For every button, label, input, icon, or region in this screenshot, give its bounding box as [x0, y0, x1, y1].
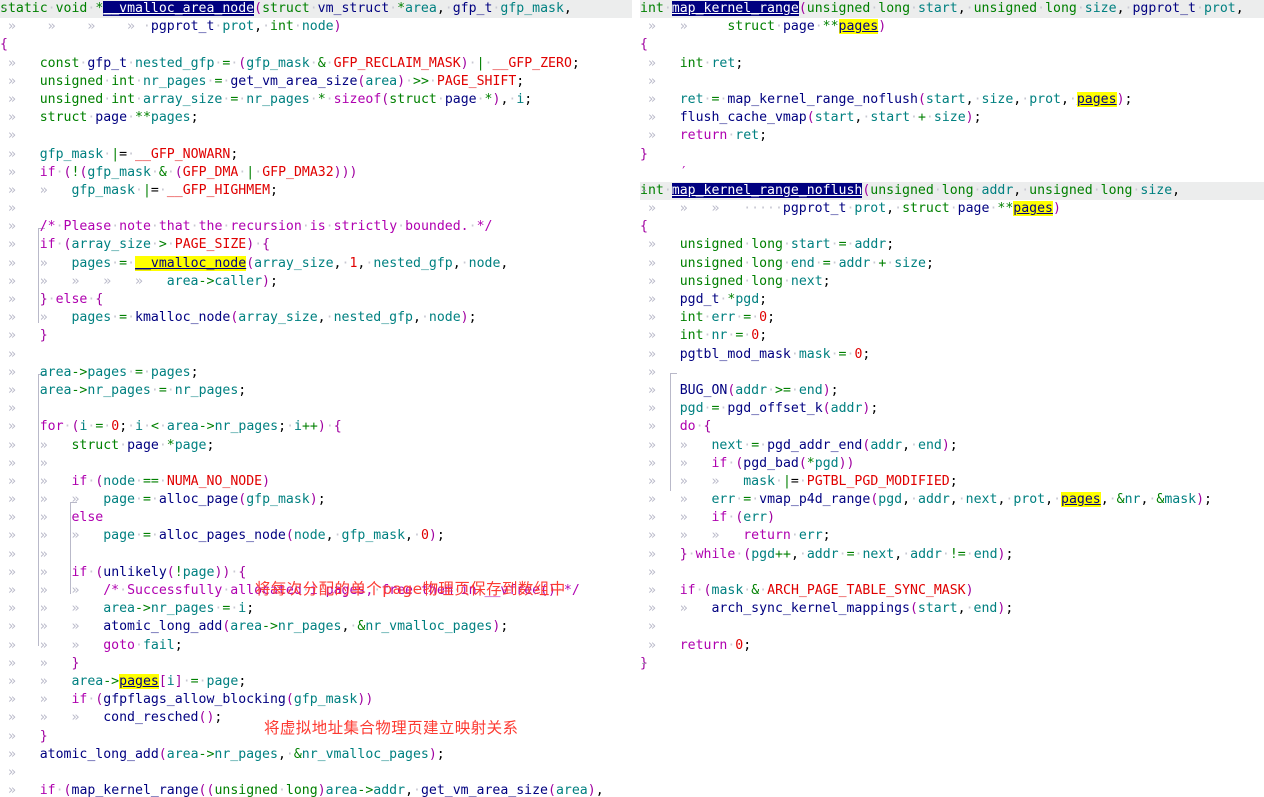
code-line[interactable]: » flush_cache_vmap(start,·start·+·size);	[640, 109, 1264, 127]
fold-marker-icon[interactable]: -	[640, 655, 649, 673]
code-line[interactable]: » if·(array_size·>·PAGE_SIZE)·{	[0, 236, 632, 254]
annotation-map-relation: 将虚拟地址集合物理页建立映射关系	[264, 719, 519, 737]
code-line[interactable]: » int·ret;	[640, 55, 1264, 73]
code-line[interactable]: » atomic_long_add(area->nr_pages,·&nr_vm…	[0, 746, 632, 764]
code-line[interactable]: » » » page·=·alloc_pages_node(node,·gfp_…	[0, 527, 632, 545]
right-code-pane[interactable]: int·map_kernel_range(unsigned·long·start…	[640, 0, 1264, 797]
code-line[interactable]: » pgd·=·pgd_offset_k(addr);	[640, 400, 1264, 418]
code-line[interactable]: » unsigned·long·start·=·addr;	[640, 236, 1264, 254]
code-line[interactable]: » » if·(node·==·NUMA_NO_NODE)	[0, 473, 632, 491]
code-line[interactable]: » return·ret;	[640, 127, 1264, 145]
code-line[interactable]: - static·void·*__vmalloc_area_node(struct…	[0, 0, 632, 19]
left-code-pane[interactable]: - static·void·*__vmalloc_area_node(struct…	[0, 0, 632, 797]
code-line[interactable]: »	[0, 346, 632, 364]
code-line[interactable]: {	[0, 36, 632, 54]
code-line[interactable]: » » if·(pgd_bad(*pgd))	[640, 455, 1264, 473]
code-line[interactable]: » » else	[0, 509, 632, 527]
code-editor-window[interactable]: - static·void·*__vmalloc_area_node(struct…	[0, 0, 1264, 797]
code-line[interactable]: » if·(map_kernel_range((unsigned·long)ar…	[0, 782, 632, 797]
code-line[interactable]: » » » mask·|=·PGTBL_PGD_MODIFIED;	[640, 473, 1264, 491]
code-line[interactable]: »	[640, 73, 1264, 91]
code-line[interactable]: » » » ·····pgprot_t·prot,·struct·page·**…	[640, 200, 1264, 218]
code-line[interactable]: » for·(i·=·0;·i·<·area->nr_pages;·i++)·{	[0, 418, 632, 436]
code-line[interactable]: » BUG_ON(addr·>=·end);	[640, 382, 1264, 400]
code-line[interactable]: -}	[640, 655, 1264, 673]
code-line[interactable]: » » » atomic_long_add(area->nr_pages,·&n…	[0, 618, 632, 636]
code-line[interactable]: » ret·=·map_kernel_range_noflush(start,·…	[640, 91, 1264, 109]
fold-marker-icon[interactable]: -	[640, 182, 649, 200]
code-line[interactable]: » »	[0, 455, 632, 473]
code-line[interactable]: » » gfp_mask·|=·__GFP_HIGHMEM;	[0, 182, 632, 200]
code-line[interactable]: » » » area->nr_pages·=·i;	[0, 600, 632, 618]
code-line[interactable]: » pgd_t·*pgd;	[640, 291, 1264, 309]
code-line[interactable]: »	[0, 127, 632, 145]
code-line[interactable]: » if·(!(gfp_mask·&·(GFP_DMA·|·GFP_DMA32)…	[0, 164, 632, 182]
code-line[interactable]: » » }	[0, 655, 632, 673]
code-line[interactable]: » }·while·(pgd++,·addr·=·next,·addr·!=·e…	[640, 546, 1264, 564]
code-line[interactable]: »	[640, 618, 1264, 636]
code-line[interactable]: }	[640, 146, 1264, 164]
code-line[interactable]: int·map_kernel_range(unsigned·long·start…	[640, 0, 1264, 19]
code-line[interactable]: » if·(mask·&·ARCH_PAGE_TABLE_SYNC_MASK)	[640, 582, 1264, 600]
code-line[interactable]: ′	[640, 164, 1264, 182]
code-line[interactable]: » gfp_mask·|=·__GFP_NOWARN;	[0, 146, 632, 164]
code-line[interactable]: » int·nr·=·0;	[640, 327, 1264, 345]
code-line[interactable]: » do·{	[640, 418, 1264, 436]
code-line[interactable]: {	[640, 36, 1264, 54]
code-line[interactable]: » » next·=·pgd_addr_end(addr,·end);	[640, 437, 1264, 455]
fold-marker-icon[interactable]: -	[0, 0, 9, 18]
code-line[interactable]: » » arch_sync_kernel_mappings(start,·end…	[640, 600, 1264, 618]
code-line[interactable]: »	[0, 200, 632, 218]
code-line[interactable]: » return·0;	[640, 637, 1264, 655]
code-line[interactable]: » » struct·page·*page;	[0, 437, 632, 455]
code-line[interactable]: » }·else·{	[0, 291, 632, 309]
code-line[interactable]: » » » return·err;	[640, 527, 1264, 545]
code-line[interactable]: » » » » » area->caller);	[0, 273, 632, 291]
code-line[interactable]: » » if·(err)	[640, 509, 1264, 527]
code-line[interactable]: » }	[0, 327, 632, 345]
code-line[interactable]: » » if·(gfpflags_allow_blocking(gfp_mask…	[0, 691, 632, 709]
code-line[interactable]: - int·map_kernel_range_noflush(unsigned·l…	[640, 181, 1264, 201]
code-line[interactable]: »	[640, 364, 1264, 382]
code-line[interactable]: » struct·page·**pages;	[0, 109, 632, 127]
code-line[interactable]: »	[0, 400, 632, 418]
code-line[interactable]: » unsigned·int·array_size·=·nr_pages·*·s…	[0, 91, 632, 109]
code-line[interactable]: » /*·Please·note·that·the·recursion·is·s…	[0, 218, 632, 236]
code-line[interactable]: {	[640, 218, 1264, 236]
code-line[interactable]: » » » goto·fail;	[0, 637, 632, 655]
code-line[interactable]: » unsigned·long·next;	[640, 273, 1264, 291]
code-line[interactable]: » »	[0, 546, 632, 564]
code-line[interactable]: » » pages·=·__vmalloc_node(array_size,·1…	[0, 255, 632, 273]
code-line[interactable]: » unsigned·long·end·=·addr·+·size;	[640, 255, 1264, 273]
code-line[interactable]: » » area->pages[i]·=·page;	[0, 673, 632, 691]
code-line[interactable]: » const·gfp_t·nested_gfp·=·(gfp_mask·&·G…	[0, 55, 632, 73]
code-line[interactable]: » int·err·=·0;	[640, 309, 1264, 327]
code-line[interactable]: »	[640, 564, 1264, 582]
code-line[interactable]: » » struct·page·**pages)	[640, 18, 1264, 36]
code-line[interactable]: » area->pages·=·pages;	[0, 364, 632, 382]
code-line[interactable]: » » » » ·pgprot_t·prot,·int·node)	[0, 18, 632, 36]
code-line[interactable]: » » pages·=·kmalloc_node(array_size,·nes…	[0, 309, 632, 327]
code-line[interactable]: » area->nr_pages·=·nr_pages;	[0, 382, 632, 400]
code-line[interactable]: » » err·=·vmap_p4d_range(pgd,·addr,·next…	[640, 491, 1264, 509]
code-line[interactable]: »	[0, 764, 632, 782]
code-line[interactable]: » » » page·=·alloc_page(gfp_mask);	[0, 491, 632, 509]
fold-marker-icon[interactable]	[640, 0, 649, 18]
annotation-pages-array: 将每次分配的单个page物理页保存到数组中	[255, 580, 566, 598]
code-line[interactable]: » pgtbl_mod_mask·mask·=·0;	[640, 346, 1264, 364]
code-line[interactable]: » unsigned·int·nr_pages·=·get_vm_area_si…	[0, 73, 632, 91]
